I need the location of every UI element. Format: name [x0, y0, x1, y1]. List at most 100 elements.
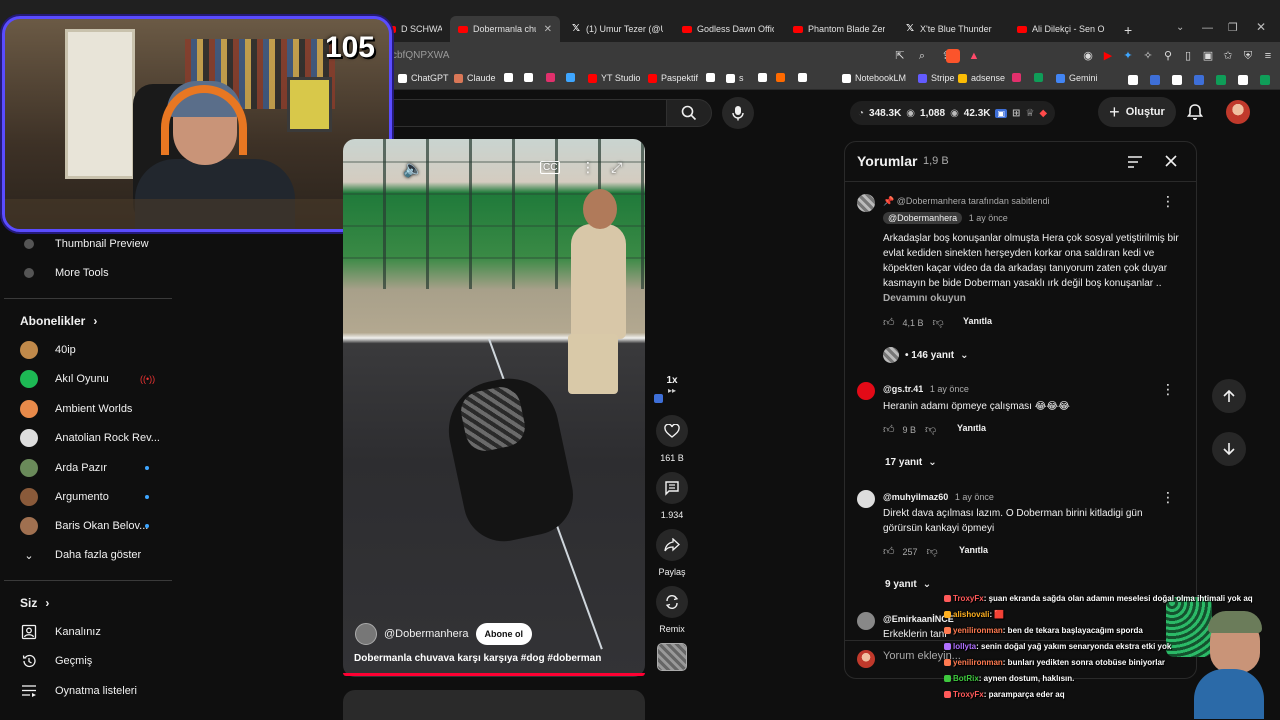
vpn-icon[interactable]: ⛨ [1242, 50, 1254, 62]
bookmark-item[interactable]: Gemini [1056, 73, 1098, 83]
close-window-icon[interactable]: ✕ [1256, 20, 1266, 34]
url-field[interactable]: cbfQNPXWA [392, 50, 449, 61]
bookmark-item[interactable] [1034, 73, 1047, 82]
thumbs-up-icon[interactable]: 👍︎ [883, 423, 895, 436]
bookmark-item[interactable]: ChatGPT [398, 73, 449, 83]
create-button[interactable]: + Oluştur [1098, 97, 1176, 127]
replies-toggle[interactable]: 9 yanıt ⌄ [885, 579, 931, 590]
comment-author[interactable]: @Dobermanhera [883, 212, 963, 224]
fullscreen-icon[interactable]: ⤢ [611, 159, 622, 176]
leo-icon[interactable]: ✩ [1222, 50, 1234, 62]
sidebar-item-thumbnail-preview[interactable]: Thumbnail Preview [20, 230, 149, 258]
bookmark-item[interactable] [776, 73, 789, 82]
menu-icon[interactable]: ≡ [1262, 50, 1274, 62]
bookmark-item[interactable] [1012, 73, 1025, 82]
sort-icon[interactable] [1127, 155, 1143, 169]
open-external-icon[interactable]: ⇱ [894, 50, 906, 62]
extension-icon-2[interactable]: ✦ [1122, 50, 1134, 62]
playback-speed-control[interactable]: 1x ▸▸ [655, 375, 689, 395]
browser-tab[interactable]: Dobermanla chuv ✕ [450, 16, 560, 42]
user-avatar[interactable] [1226, 100, 1250, 124]
search-input[interactable] [392, 99, 666, 127]
read-more-link[interactable]: Devamını okuyun [883, 293, 966, 304]
bookmark-item[interactable] [758, 73, 771, 82]
bookmark-item[interactable]: YT Studio [588, 73, 640, 83]
browser-tab[interactable]: Godless Dawn Officia [674, 16, 782, 42]
bookmark-item[interactable]: Claude [454, 73, 496, 83]
bookmark-favicon-icon[interactable] [1150, 75, 1160, 85]
replies-toggle[interactable]: 17 yanıt ⌄ [885, 457, 937, 468]
subscribe-button[interactable]: Abone ol [475, 623, 533, 645]
short-title[interactable]: Dobermanla chuvava karşı karşıya #dog #d… [354, 653, 601, 664]
extension-icon-3[interactable]: ✧ [1142, 50, 1154, 62]
browser-tab[interactable]: 𝕏 (1) Umur Tezer (@Um [563, 16, 671, 42]
comment-time[interactable]: 1 ay önce [955, 492, 994, 502]
more-options-icon[interactable]: ⋮ [581, 159, 595, 176]
short-channel-name[interactable]: @Dobermanhera [384, 628, 469, 640]
close-icon[interactable] [1164, 154, 1178, 168]
sidebar-item-channel[interactable]: Argumento [20, 483, 170, 511]
comment-avatar[interactable] [857, 382, 875, 400]
minimize-icon[interactable]: — [1202, 22, 1213, 34]
extensions-icon[interactable]: ⚲ [1162, 50, 1174, 62]
bookmark-item[interactable] [504, 73, 517, 82]
browser-tab[interactable]: 𝕏 X'te Blue Thunder [897, 16, 1005, 42]
voice-search-button[interactable] [722, 97, 754, 129]
thumbs-down-icon[interactable]: 👎︎ [927, 545, 938, 558]
subscriptions-heading[interactable]: Abonelikler › [20, 314, 97, 328]
next-short-preview[interactable] [343, 690, 645, 720]
replies-toggle[interactable]: • 146 yanıt ⌄ [883, 347, 968, 363]
remix-button[interactable] [656, 586, 688, 618]
browser-tab[interactable]: Ali Dilekçi - Sen Olm [1009, 16, 1113, 42]
bookmark-favicon-icon[interactable] [1172, 75, 1182, 85]
sidebar-item-playlists[interactable]: Oynatma listeleri [20, 677, 137, 705]
bookmark-item[interactable] [706, 73, 719, 82]
notifications-bell-icon[interactable] [1186, 103, 1204, 121]
wallet-icon[interactable]: ▣ [1202, 50, 1214, 62]
comment-author[interactable]: @muhyilmaz60 [883, 492, 948, 502]
short-channel-avatar[interactable] [355, 623, 377, 645]
rewards-icon[interactable]: ▲ [968, 50, 980, 62]
thumbs-up-icon[interactable]: 👍︎ [883, 545, 895, 558]
short-video-player[interactable]: 🔈 CC ⋮ ⤢ @Dobermanhera Abone ol Doberman… [343, 139, 645, 677]
comment-avatar[interactable] [857, 612, 875, 630]
sidebar-item-channel[interactable]: 40ip [20, 336, 170, 364]
sidebar-icon[interactable]: ▯ [1182, 50, 1194, 62]
video-progress-bar[interactable] [343, 673, 645, 676]
extension-icon-1[interactable]: ◉ [1082, 50, 1094, 62]
comment-menu-icon[interactable]: ⋮ [1161, 382, 1175, 396]
sidebar-item-more-tools[interactable]: More Tools [20, 259, 109, 287]
tab-search-icon[interactable]: ⌄ [1176, 22, 1184, 33]
thumbs-up-icon[interactable]: 👍︎ [883, 316, 895, 329]
bookmark-item[interactable] [546, 73, 559, 82]
extension-youtube-icon[interactable]: ▶ [1102, 50, 1114, 62]
show-more-button[interactable]: ⌄ Daha fazla göster [20, 541, 141, 569]
sidebar-item-channel[interactable]: Anatolian Rock Rev... [20, 424, 170, 452]
brave-shield-icon[interactable] [946, 49, 960, 63]
restore-icon[interactable]: ❐ [1228, 21, 1238, 34]
zoom-icon[interactable]: ⌕ [916, 50, 928, 62]
sidebar-item-channel[interactable]: Ambient Worlds [20, 395, 170, 423]
sidebar-item-your-channel[interactable]: Kanalınız [20, 618, 101, 646]
bookmark-item[interactable] [524, 73, 537, 82]
bookmark-favicon-icon[interactable] [1260, 75, 1270, 85]
sidebar-item-channel[interactable]: Baris Okan Belov... [20, 512, 170, 540]
bookmark-item[interactable] [566, 73, 579, 82]
bookmark-item[interactable]: s [726, 73, 744, 83]
extension-overlay-icon[interactable] [654, 394, 663, 403]
previous-short-button[interactable] [1212, 379, 1246, 413]
search-button[interactable] [666, 99, 712, 127]
comment-avatar[interactable] [857, 490, 875, 508]
sidebar-item-channel[interactable]: Akıl Oyunu ((•)) [20, 365, 170, 393]
like-button[interactable] [656, 415, 688, 447]
next-short-button[interactable] [1212, 432, 1246, 466]
close-tab-icon[interactable]: ✕ [544, 24, 552, 35]
share-button[interactable] [656, 529, 688, 561]
sidebar-item-channel[interactable]: Arda Pazır [20, 454, 170, 482]
bookmark-favicon-icon[interactable] [1216, 75, 1226, 85]
comment-author[interactable]: @gs.tr.41 [883, 384, 923, 394]
bookmark-favicon-icon[interactable] [1238, 75, 1248, 85]
bookmark-item[interactable]: Stripe [918, 73, 955, 83]
comment-time[interactable]: 1 ay önce [969, 213, 1008, 223]
mute-icon[interactable]: 🔈 [403, 159, 423, 179]
